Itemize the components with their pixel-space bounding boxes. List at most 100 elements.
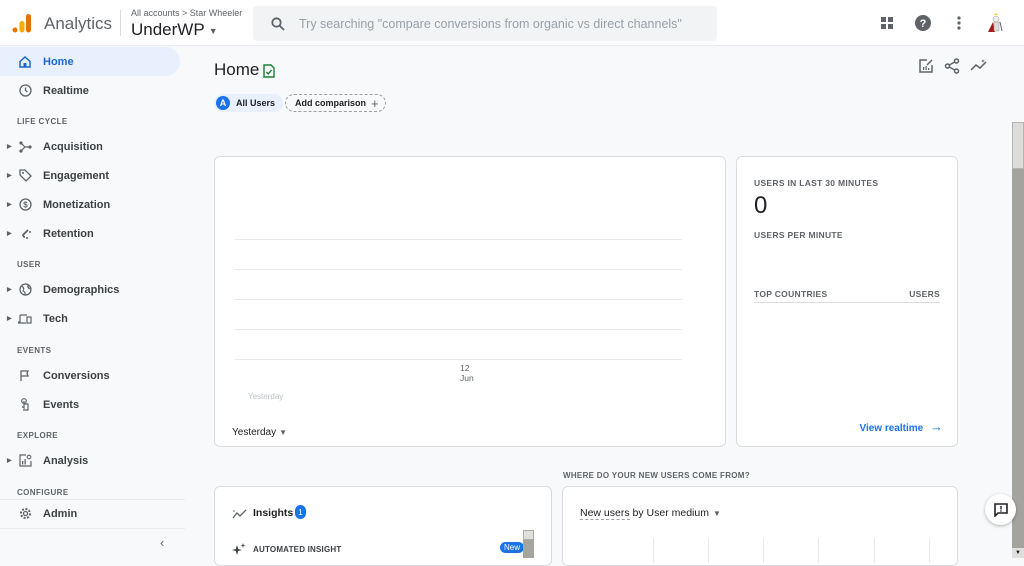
help-icon[interactable]: ? — [912, 12, 934, 34]
avatar[interactable] — [984, 12, 1006, 34]
arrow-right-icon: → — [930, 419, 943, 434]
new-users-metric-dropdown[interactable]: New users by User medium ▼ — [580, 507, 721, 520]
insights-icon — [232, 509, 247, 519]
expand-arrow-icon[interactable]: ▶ — [7, 457, 12, 464]
page-title: Home — [214, 60, 260, 79]
realtime-card: USERS IN LAST 30 MINUTES 0 USERS PER MIN… — [736, 156, 958, 447]
chart-gridline — [235, 239, 682, 240]
expand-arrow-icon[interactable]: ▶ — [7, 201, 12, 208]
automated-insight-label: AUTOMATED INSIGHT — [253, 545, 342, 554]
sidebar-item-tech[interactable]: ▶ Tech — [0, 304, 180, 333]
sparkle-icon — [232, 543, 246, 555]
chart-x-axis — [235, 359, 682, 360]
sidebar-item-label: Monetization — [43, 198, 111, 211]
caret-down-icon: ▼ — [279, 428, 288, 437]
users-per-minute-label: USERS PER MINUTE — [754, 230, 843, 240]
insights-icon[interactable] — [970, 58, 988, 74]
sidebar-item-label: Retention — [43, 227, 94, 240]
expand-arrow-icon[interactable]: ▶ — [7, 172, 12, 179]
section-user: USER — [17, 260, 41, 269]
feedback-button[interactable] — [985, 494, 1016, 525]
all-users-chip[interactable]: A All Users — [214, 94, 284, 112]
add-comparison-label: Add comparison — [295, 98, 367, 108]
home-icon — [18, 55, 32, 69]
sidebar-item-monetization[interactable]: ▶ $ Monetization — [0, 190, 180, 219]
expand-arrow-icon[interactable]: ▶ — [7, 315, 12, 322]
sidebar-item-realtime[interactable]: Realtime — [0, 76, 180, 105]
sidebar-item-label: Conversions — [43, 369, 110, 382]
search-icon — [271, 16, 285, 31]
add-comparison-button[interactable]: Add comparison + — [285, 94, 386, 112]
sidebar-item-retention[interactable]: ▶ Retention — [0, 219, 180, 248]
chart-gridline — [929, 538, 930, 563]
app-name: Analytics — [44, 14, 113, 33]
verified-report-icon[interactable] — [263, 64, 275, 78]
share-icon[interactable] — [944, 58, 960, 74]
svg-text:$: $ — [23, 201, 28, 210]
expand-arrow-icon[interactable]: ▶ — [7, 286, 12, 293]
section-events: EVENTS — [17, 346, 52, 355]
scroll-down-button[interactable]: ▼ — [1012, 548, 1024, 558]
customize-report-icon[interactable] — [918, 58, 934, 74]
insights-scrollbar[interactable] — [523, 530, 534, 558]
sidebar-item-home[interactable]: Home — [0, 47, 180, 76]
sidebar-item-conversions[interactable]: Conversions — [0, 361, 180, 390]
chart-legend-yesterday: Yesterday — [248, 392, 284, 401]
users-30-min-value: 0 — [754, 192, 768, 219]
sidebar-item-label: Analysis — [43, 454, 89, 467]
devices-icon — [18, 312, 32, 326]
analysis-icon — [18, 454, 32, 468]
magnet-icon — [18, 227, 32, 241]
search-bar[interactable] — [253, 6, 717, 41]
collapse-sidebar-button[interactable]: ‹ — [160, 535, 164, 550]
tag-icon — [18, 169, 32, 183]
property-name: UnderWP — [131, 20, 205, 39]
sidebar-item-demographics[interactable]: ▶ Demographics — [0, 275, 180, 304]
more-vert-icon[interactable] — [948, 12, 970, 34]
sidebar-item-events[interactable]: Events — [0, 390, 180, 419]
plus-icon: + — [371, 95, 379, 111]
expand-arrow-icon[interactable]: ▶ — [7, 143, 12, 150]
page-scrollbar[interactable]: ▼ — [1012, 122, 1024, 558]
date-range-dropdown[interactable]: Yesterday ▼ — [232, 427, 287, 438]
dimension-label: by User medium — [629, 507, 709, 519]
apps-grid-icon[interactable] — [876, 12, 898, 34]
page-actions — [918, 58, 988, 74]
scroll-up-button[interactable] — [523, 530, 534, 540]
sidebar-item-analysis[interactable]: ▶ Analysis — [0, 446, 180, 475]
breadcrumb[interactable]: All accounts > Star Wheeler — [131, 8, 242, 18]
chart-gridline — [874, 538, 875, 563]
dollar-icon: $ — [18, 198, 32, 212]
all-users-label: All Users — [236, 98, 276, 108]
metric-label: New users — [580, 507, 630, 520]
sidebar-item-admin[interactable]: Admin — [0, 499, 180, 528]
sidebar-item-label: Tech — [43, 312, 68, 325]
chart-gridline — [818, 538, 819, 563]
users-column-header: USERS — [909, 289, 940, 299]
property-selector[interactable]: UnderWP ▼ — [131, 20, 218, 40]
analytics-logo-icon[interactable] — [12, 13, 32, 33]
acquisition-icon — [18, 140, 32, 154]
clock-icon — [18, 84, 32, 98]
sidebar: Home Realtime LIFE CYCLE ▶ Acquisition ▶… — [0, 46, 195, 558]
top-bar: Analytics All accounts > Star Wheeler Un… — [0, 0, 1024, 46]
sidebar-item-label: Demographics — [43, 283, 120, 296]
expand-arrow-icon[interactable]: ▶ — [7, 230, 12, 237]
new-users-section-title: WHERE DO YOUR NEW USERS COME FROM? — [563, 471, 750, 480]
sidebar-item-engagement[interactable]: ▶ Engagement — [0, 161, 180, 190]
view-realtime-label: View realtime — [859, 423, 924, 434]
header-actions: ? — [876, 12, 1006, 34]
chart-gridline — [235, 299, 682, 300]
x-tick-month: Jun — [460, 373, 474, 383]
users-30-min-label: USERS IN LAST 30 MINUTES — [754, 178, 879, 188]
scrollbar-thumb[interactable] — [1012, 122, 1024, 169]
touch-icon — [18, 397, 32, 412]
x-tick-day: 12 — [460, 363, 470, 373]
search-input[interactable] — [299, 16, 699, 31]
sidebar-item-label: Realtime — [43, 84, 89, 97]
caret-down-icon: ▼ — [208, 25, 218, 36]
sidebar-item-acquisition[interactable]: ▶ Acquisition — [0, 132, 180, 161]
section-life-cycle: LIFE CYCLE — [17, 117, 68, 126]
view-realtime-link[interactable]: View realtime → — [859, 419, 943, 434]
new-users-card: New users by User medium ▼ — [562, 486, 958, 566]
